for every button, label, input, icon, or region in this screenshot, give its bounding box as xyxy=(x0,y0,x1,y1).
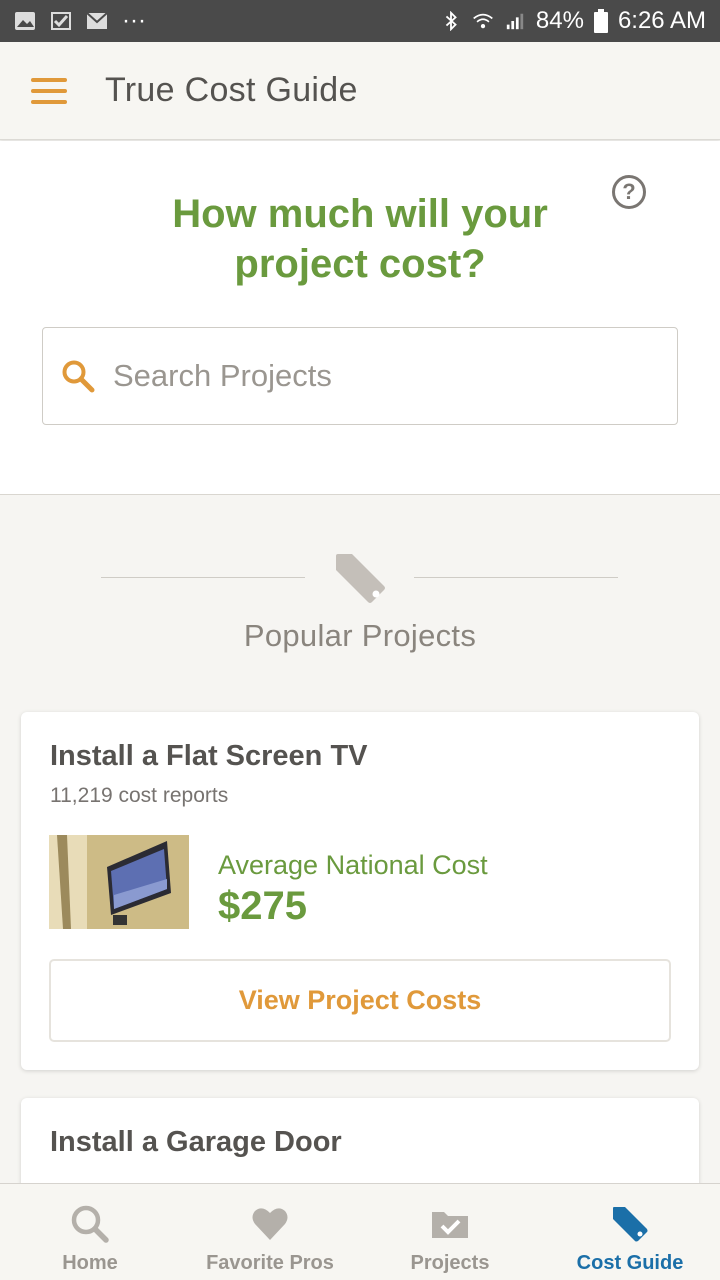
folder-check-icon xyxy=(432,1212,468,1238)
tag-icon xyxy=(613,1207,648,1242)
app-bar: True Cost Guide xyxy=(0,42,720,140)
nav-favorite-pros[interactable]: Favorite Pros xyxy=(180,1184,360,1280)
project-title: Install a Garage Door xyxy=(50,1126,342,1158)
nav-label: Cost Guide xyxy=(576,1252,684,1274)
bottom-navigation: Home Favorite Pros Projects Cost Guide xyxy=(0,1183,720,1280)
search-input[interactable] xyxy=(113,358,633,394)
nav-projects[interactable]: Projects xyxy=(360,1184,540,1280)
signal-icon xyxy=(506,13,524,30)
clock: 6:26 AM xyxy=(617,7,706,34)
check-flag-icon xyxy=(51,12,71,30)
project-card[interactable]: Install a Flat Screen TV 11,219 cost rep… xyxy=(21,712,699,1070)
mail-icon xyxy=(86,12,108,29)
more-notifications: ··· xyxy=(122,7,146,34)
nav-label: Favorite Pros xyxy=(206,1252,334,1274)
hero-headline: How much will your project cost? xyxy=(172,192,548,286)
nav-home[interactable]: Home xyxy=(0,1184,180,1280)
heart-icon xyxy=(252,1208,288,1240)
nav-cost-guide[interactable]: Cost Guide xyxy=(540,1184,720,1280)
popular-projects-header: Popular Projects xyxy=(0,550,720,660)
hamburger-menu-icon[interactable] xyxy=(31,77,67,104)
gallery-icon xyxy=(15,12,35,30)
average-cost-label: Average National Cost xyxy=(218,850,488,880)
search-box[interactable] xyxy=(42,327,678,425)
view-project-costs-button[interactable]: View Project Costs xyxy=(49,959,671,1042)
bluetooth-icon xyxy=(445,11,457,31)
popular-projects-title: Popular Projects xyxy=(243,618,477,653)
search-icon xyxy=(71,1205,109,1243)
average-cost-value: $275 xyxy=(218,884,307,928)
hero-section: How much will your project cost? ? xyxy=(0,141,720,495)
battery-percent: 84% xyxy=(535,7,584,34)
help-icon[interactable]: ? xyxy=(612,175,646,209)
battery-icon xyxy=(593,9,608,33)
nav-label: Projects xyxy=(410,1252,490,1274)
search-icon xyxy=(62,360,95,393)
project-title: Install a Flat Screen TV xyxy=(50,740,368,772)
divider-left xyxy=(101,577,305,578)
divider-right xyxy=(414,577,618,578)
cost-reports-count: 11,219 cost reports xyxy=(50,784,229,807)
status-bar: ··· 84% 6:26 AM xyxy=(0,0,720,42)
project-thumbnail xyxy=(49,835,189,929)
page-title: True Cost Guide xyxy=(105,71,358,109)
wifi-icon xyxy=(473,13,493,29)
price-tag-icon xyxy=(336,554,385,603)
nav-label: Home xyxy=(62,1252,118,1274)
